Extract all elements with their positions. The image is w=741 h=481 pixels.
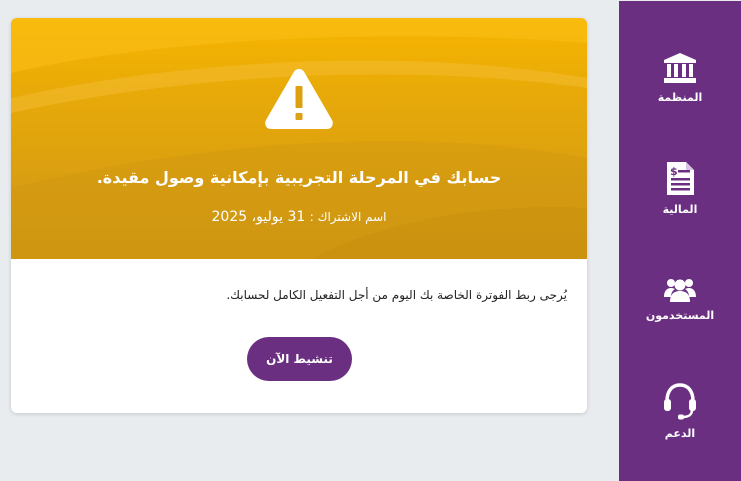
subscription-date: 31 يوليو، 2025 — [211, 209, 306, 225]
sidebar-item-label: المستخدمون — [645, 309, 715, 322]
page: حسابك في المرحلة التجريبية بإمكانية وصول… — [0, 0, 741, 481]
activate-now-button[interactable]: تنشيط الآن — [247, 337, 352, 381]
sidebar-item-label: المنظمة — [657, 91, 703, 104]
sidebar-item-users[interactable]: المستخدمون — [619, 277, 741, 322]
subscription-info: اسم الاشتراك : 31 يوليو، 2025 — [11, 209, 587, 225]
sidebar-item-organization[interactable]: المنظمة — [619, 51, 741, 104]
sidebar-item-label: المالية — [662, 203, 698, 216]
bank-icon — [664, 53, 696, 83]
sidebar-item-label: الدعم — [664, 427, 696, 440]
banner-title: حسابك في المرحلة التجريبية بإمكانية وصول… — [96, 168, 502, 187]
invoice-icon: $ — [667, 162, 694, 195]
users-icon — [664, 279, 696, 302]
subscription-label: اسم الاشتراك : — [309, 210, 387, 224]
headset-icon — [664, 383, 696, 420]
warning-icon — [265, 69, 333, 129]
svg-text:$: $ — [670, 165, 678, 178]
sidebar-item-finance[interactable]: $ المالية — [619, 161, 741, 216]
trial-banner: حسابك في المرحلة التجريبية بإمكانية وصول… — [11, 18, 587, 259]
sidebar: المنظمة $ المالية المستخدمون الدعم — [619, 1, 741, 481]
billing-message: يُرجى ربط الفوترة الخاصة بك اليوم من أجل… — [226, 288, 567, 302]
sidebar-item-support[interactable]: الدعم — [619, 381, 741, 440]
trial-notice-card: حسابك في المرحلة التجريبية بإمكانية وصول… — [11, 18, 587, 413]
